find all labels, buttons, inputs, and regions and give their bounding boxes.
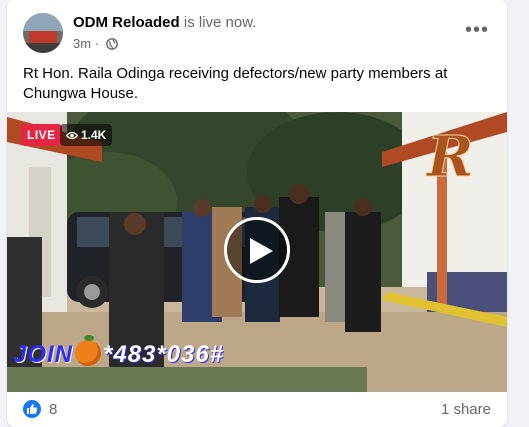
play-icon [250, 238, 273, 264]
channel-logo: R [421, 122, 481, 191]
post-card: ODM Reloaded is live now. 3m · ••• Rt Ho… [7, 0, 507, 427]
play-button[interactable] [224, 217, 290, 283]
live-badge: LIVE [21, 124, 62, 146]
post-footer: 8 1 share [7, 394, 507, 427]
share-count[interactable]: 1 share [441, 401, 491, 418]
viewer-count: 1.4K [81, 128, 107, 142]
more-options-icon[interactable]: ••• [463, 18, 491, 46]
ussd-overlay-text: JOIN *483*036# [13, 335, 225, 369]
post-meta: 3m · [73, 36, 118, 53]
logo-letter: R [425, 124, 474, 186]
viewer-count-badge: 1.4K [60, 124, 113, 146]
live-video-player[interactable]: LIVE 1.4K R JOIN *483*036# [7, 112, 507, 392]
post-header: ODM Reloaded is live now. 3m · ••• [23, 12, 491, 56]
overlay-join-text: JOIN [13, 341, 74, 368]
page-name-link[interactable]: ODM Reloaded [73, 14, 180, 31]
post-text: Rt Hon. Raila Odinga receiving defectors… [23, 65, 448, 102]
like-icon[interactable] [23, 400, 41, 418]
reaction-count[interactable]: 8 [49, 401, 57, 418]
eye-icon [65, 131, 79, 140]
live-status-text: is live now. [183, 14, 257, 31]
meta-separator: · [94, 36, 100, 51]
orange-icon [75, 335, 102, 366]
page-avatar[interactable] [23, 13, 63, 53]
post-author-line: ODM Reloaded is live now. [73, 14, 256, 31]
overlay-code-text: *483*036# [103, 341, 225, 368]
post-timestamp[interactable]: 3m [73, 36, 91, 51]
globe-icon[interactable] [105, 38, 118, 53]
